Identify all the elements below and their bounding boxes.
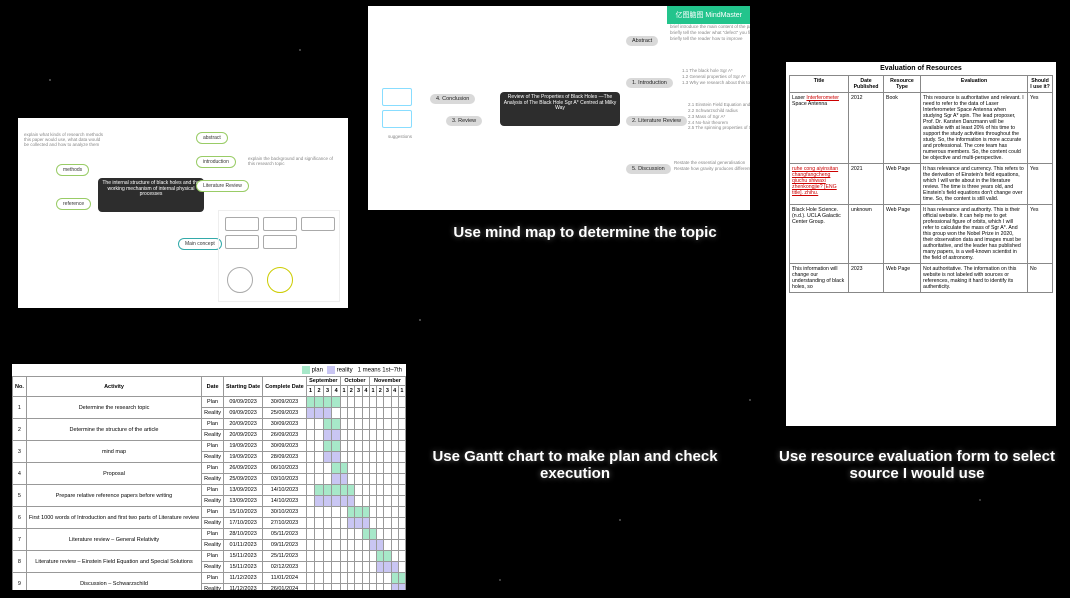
legend-plan-label: plan (312, 368, 323, 374)
mindmap-small: The internal structure of black holes an… (18, 118, 348, 308)
mm2-node-lit: 2. Literature Review (626, 116, 687, 126)
gantt-legend: plan reality 1 means 1st–7th (12, 364, 406, 376)
mm2-sub-lit: 2.1 Einstein Field Equation and special … (688, 102, 750, 131)
mm2-node-intro: 1. Introduction (626, 78, 673, 88)
mm1-bubble-litreview: Literature Review (196, 180, 249, 192)
mm2-leftbox1 (382, 88, 412, 106)
legend-note: 1 means 1st–7th (358, 368, 402, 374)
caption-mindmap: Use mind map to determine the topic (430, 224, 740, 241)
mm1-bubble-methods: methods (56, 164, 89, 176)
mm2-sub-intro: 1.1 The black hole Sgr A*1.2 General pro… (682, 68, 750, 86)
caption-gantt: Use Gantt chart to make plan and check e… (420, 448, 730, 482)
mm1-center-topic: The internal structure of black holes an… (98, 178, 204, 212)
mm2-sub-disc: Restate the essential generalisationRest… (674, 160, 750, 172)
mm2-node-rev: 3. Review (446, 116, 482, 126)
mm2-node-conc: 4. Conclusion (430, 94, 475, 104)
legend-real-label: reality (337, 368, 353, 374)
mm1-text-intro: explain the background and significance … (248, 156, 338, 166)
mm2-center-topic: Review of The Properties of Black Holes … (500, 92, 620, 126)
res-title: Evaluation of Resources (786, 62, 1056, 75)
res-table: TitleDate PublishedResource TypeEvaluati… (789, 75, 1053, 293)
mindmaster-badge: 亿图脑图 MindMaster (667, 6, 750, 24)
mm1-bubble-abstract: abstract (196, 132, 228, 144)
mm2-sub-conc: suggestions (388, 134, 412, 140)
mm1-sub-diagram (218, 210, 340, 302)
mm1-text-methods: explain what kinds of research methods t… (24, 132, 104, 147)
mm2-node-disc: 5. Discussion (626, 164, 671, 174)
mm1-bubble-reference: reference (56, 198, 91, 210)
legend-real-swatch (327, 366, 335, 374)
mm1-bubble-mainconcept: Main concept (178, 238, 222, 250)
gantt-chart: plan reality 1 means 1st–7th No.Activity… (12, 364, 406, 590)
mm2-node-abstract: Abstract (626, 36, 658, 46)
mm1-bubble-introduction: introduction (196, 156, 236, 168)
gantt-table: No.ActivityDateStarting DateComplete Dat… (12, 376, 406, 590)
mm2-leftbox2 (382, 110, 412, 128)
caption-resource: Use resource evaluation form to select s… (772, 448, 1062, 482)
legend-plan-swatch (302, 366, 310, 374)
mindmap-large: 亿图脑图 MindMaster Review of The Properties… (368, 6, 750, 210)
mm2-sub-abs: brief introduce the main content of the … (670, 24, 750, 42)
resource-evaluation: Evaluation of Resources TitleDate Publis… (786, 62, 1056, 426)
